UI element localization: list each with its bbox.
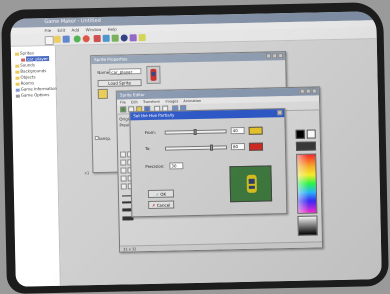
open-folder-icon[interactable]	[53, 35, 61, 43]
color-spectrum[interactable]	[296, 153, 318, 214]
maximize-button[interactable]	[272, 53, 278, 59]
load-sprite-button[interactable]: Load Sprite	[97, 79, 142, 88]
resource-tree: Sprites car_player Sounds Backgrounds Ob…	[10, 45, 61, 287]
load-folder-icon[interactable]	[97, 88, 108, 100]
menu-add[interactable]: Add	[71, 27, 79, 32]
precision-input[interactable]: 30	[169, 162, 184, 170]
close-button[interactable]	[277, 110, 283, 116]
run-icon[interactable]	[73, 35, 81, 43]
minimize-button[interactable]	[299, 88, 305, 94]
ok-button[interactable]: ✓ OK	[147, 189, 175, 198]
tree-item-sprites[interactable]: Sprites	[14, 50, 34, 56]
to-label: To:	[144, 145, 151, 152]
new-file-icon[interactable]	[44, 35, 54, 46]
maximize-button[interactable]	[305, 88, 311, 94]
sprite-icon	[21, 58, 26, 62]
menu-file[interactable]: File	[44, 28, 51, 33]
add-room-icon[interactable]	[129, 34, 137, 42]
folder-icon	[15, 70, 20, 74]
tree-item-rooms[interactable]: Rooms	[15, 80, 34, 86]
to-slider-knob[interactable]	[209, 144, 214, 151]
tree-item-game-information[interactable]: Game Information	[15, 86, 57, 92]
from-slider-knob[interactable]	[193, 128, 197, 136]
preview-area	[229, 165, 273, 203]
editor-menu-images[interactable]: Images	[165, 99, 178, 103]
add-object-icon[interactable]	[120, 34, 128, 42]
left-color-swatch[interactable]	[295, 129, 305, 139]
minimize-button[interactable]	[266, 53, 272, 59]
cancel-button[interactable]: ✗ Cancel	[148, 200, 175, 209]
close-button[interactable]	[278, 53, 284, 59]
debug-icon[interactable]	[82, 35, 90, 43]
sprite-thumbnail	[146, 65, 161, 84]
screen: Game Maker - Untitled File Edit Add Wind…	[10, 11, 382, 287]
to-value-input[interactable]: 80	[230, 142, 246, 151]
red-car-sprite	[150, 68, 157, 81]
folder-icon	[15, 64, 20, 68]
add-sound-icon[interactable]	[102, 34, 110, 42]
folder-icon	[15, 82, 20, 86]
add-sprite-icon[interactable]	[93, 34, 101, 43]
confirm-check-icon[interactable]	[120, 106, 127, 113]
folder-icon	[14, 52, 20, 56]
menu-window[interactable]: Window	[85, 27, 101, 32]
tree-item-sounds[interactable]: Sounds	[15, 62, 35, 68]
hue-dialog-titlebar: Set the Hue Partially	[130, 109, 285, 121]
gear-icon	[15, 94, 20, 98]
sprite-properties-titlebar: Sprite Properties	[91, 52, 286, 65]
editor-menu-animation[interactable]: Animation	[183, 99, 201, 103]
folder-icon	[15, 76, 20, 80]
sprite-name-input[interactable]: car_player	[109, 68, 142, 75]
color-palette	[294, 127, 320, 241]
menu-edit[interactable]: Edit	[57, 28, 65, 33]
from-slider[interactable]	[164, 128, 227, 136]
picker-tool-icon[interactable]	[120, 159, 127, 166]
cross-icon: ✗	[152, 202, 156, 208]
workspace-mark: x1	[84, 170, 90, 176]
tree-item-car-player[interactable]: car_player	[21, 56, 50, 62]
info-icon	[15, 88, 20, 92]
game-info-icon[interactable]	[138, 34, 146, 42]
from-color-box[interactable]	[248, 126, 263, 135]
save-icon[interactable]	[62, 35, 70, 43]
editor-menu-file[interactable]: File	[120, 100, 126, 104]
menu-help[interactable]: Help	[108, 27, 117, 32]
current-color-bar	[295, 141, 317, 151]
editor-menu-transform[interactable]: Transform	[143, 100, 161, 104]
from-label: From:	[144, 129, 156, 136]
tree-item-objects[interactable]: Objects	[15, 74, 36, 80]
fill-tool-icon[interactable]	[120, 175, 127, 182]
tree-item-game-options[interactable]: Game Options	[15, 92, 50, 98]
app-title: Game Maker - Untitled	[44, 17, 101, 26]
right-color-swatch[interactable]	[306, 129, 316, 139]
to-color-box[interactable]	[248, 142, 264, 151]
transparent-label: Transp.	[96, 135, 112, 142]
monitor-bezel: Game Maker - Untitled File Edit Add Wind…	[1, 2, 389, 294]
transparent-checkbox[interactable]	[94, 136, 99, 141]
editor-menu-edit[interactable]: Edit	[131, 100, 138, 104]
pencil-tool-icon[interactable]	[120, 151, 127, 158]
close-button[interactable]	[311, 88, 317, 94]
yellow-car-sprite	[246, 174, 257, 193]
tree-item-backgrounds[interactable]: Backgrounds	[15, 68, 46, 74]
hue-dialog: Set the Hue Partially From: 40 To: 80 Pr…	[129, 108, 288, 218]
check-icon: ✓	[155, 191, 160, 197]
to-slider[interactable]	[164, 144, 228, 151]
rectangle-tool-icon[interactable]	[120, 167, 127, 174]
add-background-icon[interactable]	[111, 34, 119, 42]
select-tool-icon[interactable]	[120, 183, 127, 190]
precision-label: Precision:	[145, 163, 165, 170]
from-value-input[interactable]: 40	[230, 126, 245, 135]
greyscale-bar[interactable]	[297, 215, 318, 236]
